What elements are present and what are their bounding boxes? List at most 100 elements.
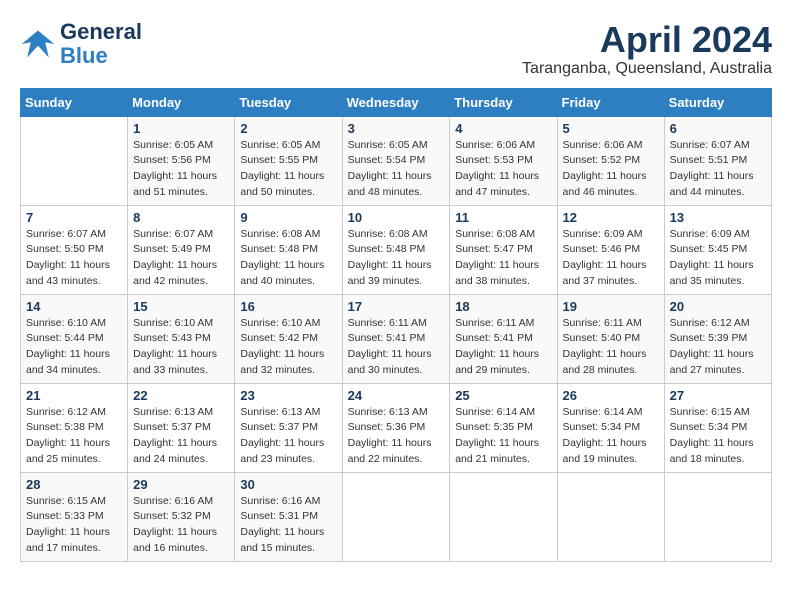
calendar-cell xyxy=(21,116,128,205)
calendar-week-4: 21 Sunrise: 6:12 AM Sunset: 5:38 PM Dayli… xyxy=(21,383,772,472)
logo-bird-icon xyxy=(20,26,56,62)
day-number: 25 xyxy=(455,388,551,403)
calendar-week-1: 1Sunrise: 6:05 AM Sunset: 5:56 PM Daylig… xyxy=(21,116,772,205)
day-info: Sunrise: 6:11 AM Sunset: 5:41 PM Dayligh… xyxy=(348,316,445,379)
day-info: Sunrise: 6:15 AM Sunset: 5:33 PM Dayligh… xyxy=(26,494,122,557)
calendar-title: April 2024 xyxy=(522,20,772,60)
day-number: 12 xyxy=(563,210,659,225)
calendar-cell: 2Sunrise: 6:05 AM Sunset: 5:55 PM Daylig… xyxy=(235,116,342,205)
calendar-cell: 27 Sunrise: 6:15 AM Sunset: 5:34 PM Dayli… xyxy=(664,383,771,472)
calendar-cell: 21 Sunrise: 6:12 AM Sunset: 5:38 PM Dayli… xyxy=(21,383,128,472)
calendar-cell xyxy=(664,472,771,561)
day-number: 26 xyxy=(563,388,659,403)
logo-general: General xyxy=(60,19,142,44)
day-info: Sunrise: 6:10 AM Sunset: 5:43 PM Dayligh… xyxy=(133,316,229,379)
calendar-cell: 8Sunrise: 6:07 AM Sunset: 5:49 PM Daylig… xyxy=(128,205,235,294)
day-number: 10 xyxy=(348,210,445,225)
day-info: Sunrise: 6:07 AM Sunset: 5:51 PM Dayligh… xyxy=(670,138,766,201)
calendar-cell: 28 Sunrise: 6:15 AM Sunset: 5:33 PM Dayli… xyxy=(21,472,128,561)
day-info: Sunrise: 6:10 AM Sunset: 5:42 PM Dayligh… xyxy=(240,316,336,379)
day-number: 4 xyxy=(455,121,551,136)
day-number: 30 xyxy=(240,477,336,492)
header: General Blue April 2024 Taranganba, Quee… xyxy=(20,20,772,78)
calendar-body: 1Sunrise: 6:05 AM Sunset: 5:56 PM Daylig… xyxy=(21,116,772,561)
calendar-cell xyxy=(450,472,557,561)
calendar-cell: 6Sunrise: 6:07 AM Sunset: 5:51 PM Daylig… xyxy=(664,116,771,205)
header-cell-thursday: Thursday xyxy=(450,88,557,116)
calendar-cell: 5Sunrise: 6:06 AM Sunset: 5:52 PM Daylig… xyxy=(557,116,664,205)
day-number: 19 xyxy=(563,299,659,314)
calendar-cell: 15 Sunrise: 6:10 AM Sunset: 5:43 PM Dayli… xyxy=(128,294,235,383)
day-info: Sunrise: 6:08 AM Sunset: 5:48 PM Dayligh… xyxy=(240,227,336,290)
calendar-cell: 23 Sunrise: 6:13 AM Sunset: 5:37 PM Dayli… xyxy=(235,383,342,472)
day-info: Sunrise: 6:14 AM Sunset: 5:34 PM Dayligh… xyxy=(563,405,659,468)
calendar-cell: 17 Sunrise: 6:11 AM Sunset: 5:41 PM Dayli… xyxy=(342,294,450,383)
day-number: 16 xyxy=(240,299,336,314)
title-area: April 2024 Taranganba, Queensland, Austr… xyxy=(522,20,772,78)
calendar-cell: 1Sunrise: 6:05 AM Sunset: 5:56 PM Daylig… xyxy=(128,116,235,205)
day-info: Sunrise: 6:14 AM Sunset: 5:35 PM Dayligh… xyxy=(455,405,551,468)
day-number: 28 xyxy=(26,477,122,492)
header-cell-saturday: Saturday xyxy=(664,88,771,116)
day-number: 24 xyxy=(348,388,445,403)
calendar-week-2: 7Sunrise: 6:07 AM Sunset: 5:50 PM Daylig… xyxy=(21,205,772,294)
day-number: 3 xyxy=(348,121,445,136)
calendar-cell: 16 Sunrise: 6:10 AM Sunset: 5:42 PM Dayli… xyxy=(235,294,342,383)
day-info: Sunrise: 6:12 AM Sunset: 5:38 PM Dayligh… xyxy=(26,405,122,468)
calendar-header-row: SundayMondayTuesdayWednesdayThursdayFrid… xyxy=(21,88,772,116)
day-number: 23 xyxy=(240,388,336,403)
day-info: Sunrise: 6:13 AM Sunset: 5:37 PM Dayligh… xyxy=(240,405,336,468)
day-number: 27 xyxy=(670,388,766,403)
calendar-cell: 26 Sunrise: 6:14 AM Sunset: 5:34 PM Dayli… xyxy=(557,383,664,472)
calendar-cell: 30 Sunrise: 6:16 AM Sunset: 5:31 PM Dayli… xyxy=(235,472,342,561)
header-cell-sunday: Sunday xyxy=(21,88,128,116)
day-number: 1 xyxy=(133,121,229,136)
calendar-cell xyxy=(557,472,664,561)
day-number: 17 xyxy=(348,299,445,314)
day-info: Sunrise: 6:12 AM Sunset: 5:39 PM Dayligh… xyxy=(670,316,766,379)
calendar-week-5: 28 Sunrise: 6:15 AM Sunset: 5:33 PM Dayli… xyxy=(21,472,772,561)
day-number: 22 xyxy=(133,388,229,403)
day-info: Sunrise: 6:08 AM Sunset: 5:48 PM Dayligh… xyxy=(348,227,445,290)
header-cell-wednesday: Wednesday xyxy=(342,88,450,116)
day-number: 13 xyxy=(670,210,766,225)
calendar-cell: 7Sunrise: 6:07 AM Sunset: 5:50 PM Daylig… xyxy=(21,205,128,294)
day-info: Sunrise: 6:13 AM Sunset: 5:37 PM Dayligh… xyxy=(133,405,229,468)
calendar-cell: 24 Sunrise: 6:13 AM Sunset: 5:36 PM Dayli… xyxy=(342,383,450,472)
day-info: Sunrise: 6:16 AM Sunset: 5:31 PM Dayligh… xyxy=(240,494,336,557)
day-info: Sunrise: 6:06 AM Sunset: 5:52 PM Dayligh… xyxy=(563,138,659,201)
calendar-cell: 12Sunrise: 6:09 AM Sunset: 5:46 PM Dayli… xyxy=(557,205,664,294)
calendar-cell: 25 Sunrise: 6:14 AM Sunset: 5:35 PM Dayli… xyxy=(450,383,557,472)
day-info: Sunrise: 6:07 AM Sunset: 5:49 PM Dayligh… xyxy=(133,227,229,290)
logo-blue: Blue xyxy=(60,43,108,68)
day-info: Sunrise: 6:16 AM Sunset: 5:32 PM Dayligh… xyxy=(133,494,229,557)
day-info: Sunrise: 6:11 AM Sunset: 5:41 PM Dayligh… xyxy=(455,316,551,379)
calendar-subtitle: Taranganba, Queensland, Australia xyxy=(522,60,772,78)
day-number: 21 xyxy=(26,388,122,403)
calendar-cell: 13 Sunrise: 6:09 AM Sunset: 5:45 PM Dayli… xyxy=(664,205,771,294)
calendar-week-3: 14Sunrise: 6:10 AM Sunset: 5:44 PM Dayli… xyxy=(21,294,772,383)
logo: General Blue xyxy=(20,20,142,68)
calendar-table: SundayMondayTuesdayWednesdayThursdayFrid… xyxy=(20,88,772,562)
day-info: Sunrise: 6:13 AM Sunset: 5:36 PM Dayligh… xyxy=(348,405,445,468)
day-info: Sunrise: 6:09 AM Sunset: 5:45 PM Dayligh… xyxy=(670,227,766,290)
header-cell-friday: Friday xyxy=(557,88,664,116)
day-info: Sunrise: 6:08 AM Sunset: 5:47 PM Dayligh… xyxy=(455,227,551,290)
calendar-cell xyxy=(342,472,450,561)
day-number: 15 xyxy=(133,299,229,314)
day-info: Sunrise: 6:06 AM Sunset: 5:53 PM Dayligh… xyxy=(455,138,551,201)
logo-text: General Blue xyxy=(60,20,142,68)
header-cell-tuesday: Tuesday xyxy=(235,88,342,116)
day-number: 7 xyxy=(26,210,122,225)
day-info: Sunrise: 6:11 AM Sunset: 5:40 PM Dayligh… xyxy=(563,316,659,379)
day-info: Sunrise: 6:15 AM Sunset: 5:34 PM Dayligh… xyxy=(670,405,766,468)
calendar-cell: 29 Sunrise: 6:16 AM Sunset: 5:32 PM Dayli… xyxy=(128,472,235,561)
calendar-cell: 22 Sunrise: 6:13 AM Sunset: 5:37 PM Dayli… xyxy=(128,383,235,472)
calendar-cell: 10 Sunrise: 6:08 AM Sunset: 5:48 PM Dayli… xyxy=(342,205,450,294)
day-number: 11 xyxy=(455,210,551,225)
day-number: 29 xyxy=(133,477,229,492)
day-info: Sunrise: 6:05 AM Sunset: 5:55 PM Dayligh… xyxy=(240,138,336,201)
calendar-cell: 18Sunrise: 6:11 AM Sunset: 5:41 PM Dayli… xyxy=(450,294,557,383)
day-info: Sunrise: 6:05 AM Sunset: 5:54 PM Dayligh… xyxy=(348,138,445,201)
day-info: Sunrise: 6:10 AM Sunset: 5:44 PM Dayligh… xyxy=(26,316,122,379)
